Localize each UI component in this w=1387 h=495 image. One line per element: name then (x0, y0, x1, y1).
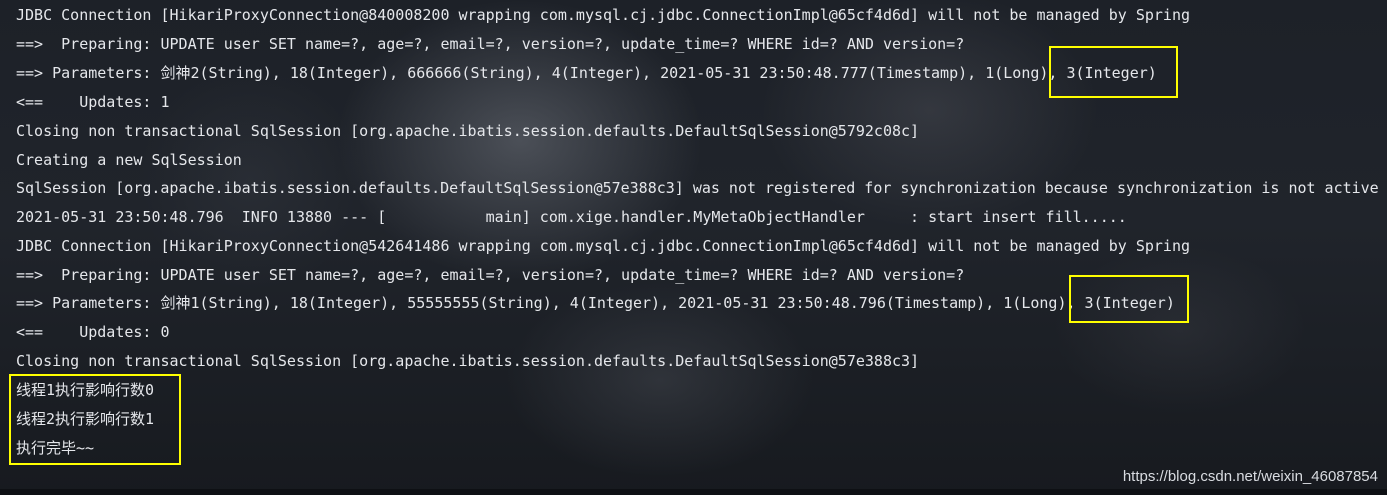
console-line: ==> Parameters: 剑神1(String), 18(Integer)… (16, 294, 1175, 312)
console-line: JDBC Connection [HikariProxyConnection@5… (16, 237, 1190, 255)
console-line: Creating a new SqlSession (16, 151, 242, 169)
console-line: JDBC Connection [HikariProxyConnection@8… (16, 6, 1190, 24)
console-line: ==> Parameters: 剑神2(String), 18(Integer)… (16, 64, 1157, 82)
console-line: Closing non transactional SqlSession [or… (16, 122, 920, 140)
console-line: ==> Preparing: UPDATE user SET name=?, a… (16, 266, 965, 284)
console-line: 2021-05-31 23:50:48.796 INFO 13880 --- [… (16, 208, 1127, 226)
highlight-box-thread-results (9, 374, 181, 465)
console-line: <== Updates: 1 (16, 93, 170, 111)
console-line: Closing non transactional SqlSession [or… (16, 352, 920, 370)
watermark: https://blog.csdn.net/weixin_46087854 (1122, 468, 1378, 485)
console-line: SqlSession [org.apache.ibatis.session.de… (16, 179, 1379, 197)
highlight-box-version-param-1 (1049, 46, 1178, 98)
console-line: <== Updates: 0 (16, 323, 170, 341)
highlight-box-version-param-2 (1069, 275, 1189, 323)
console-line: ==> Preparing: UPDATE user SET name=?, a… (16, 35, 965, 53)
